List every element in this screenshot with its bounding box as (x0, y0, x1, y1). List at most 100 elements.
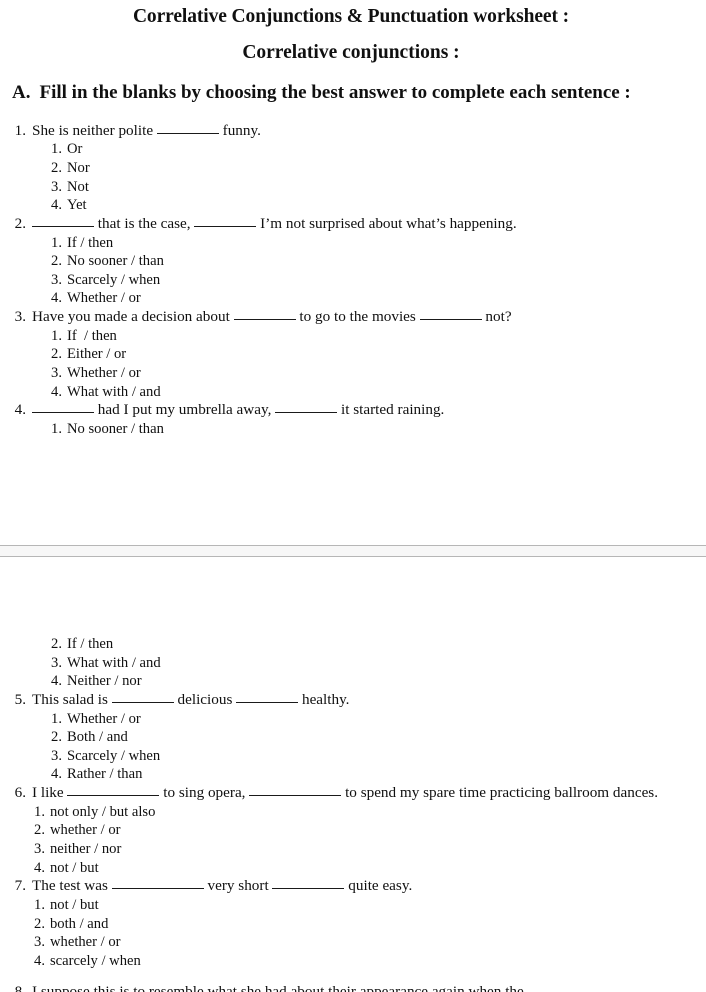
option-item[interactable]: 4. Neither / nor (50, 672, 692, 691)
option-label: If / then (67, 234, 114, 251)
option-item[interactable]: 4. scarcely / when (33, 952, 692, 971)
option-item[interactable]: 3. Scarcely / when (50, 271, 692, 290)
answer-blank[interactable] (249, 794, 342, 796)
option-label: What with / and (67, 383, 161, 400)
option-label: Both / and (67, 729, 128, 746)
option-item[interactable]: 1. not only / but also (33, 803, 692, 822)
answer-blank[interactable] (111, 888, 204, 890)
question-text: I like to sing opera, to spend my spare … (32, 783, 659, 801)
answer-blank[interactable] (156, 132, 219, 134)
option-list: 1. If / then 2. No sooner / than 3. Scarcely … (10, 234, 692, 308)
option-number: 2. (51, 636, 62, 652)
question-line: 7. The test was very short quite easy. (10, 877, 692, 896)
option-item[interactable]: 4. Rather / than (50, 765, 692, 784)
option-item[interactable]: 3. Scarcely / when (50, 747, 692, 766)
option-label: Not (67, 178, 89, 195)
question-text: had I put my umbrella away, it started r… (32, 401, 692, 420)
option-item[interactable]: 4. Whether / or (50, 289, 692, 308)
clipped-question-number: 8. (14, 983, 26, 992)
option-item[interactable]: 1. Whether / or (50, 710, 692, 729)
answer-blank[interactable] (194, 225, 257, 227)
option-label: Whether / or (67, 364, 141, 381)
question-text: Have you made a decision about to go to … (32, 307, 512, 325)
option-item[interactable]: 2. Either / or (50, 345, 692, 364)
question-item: 6. I like to sing opera, to spend my spar… (10, 784, 692, 877)
option-item[interactable]: 2. No sooner / than (50, 252, 692, 271)
question-line: 2. that is the case, I’m not surprised a… (10, 215, 692, 234)
option-number: 4. (34, 952, 45, 969)
option-number: 2. (34, 822, 45, 839)
question-number: 2. (14, 214, 26, 232)
question-text: The test was very short quite easy. (32, 877, 413, 895)
option-number: 2. (51, 160, 62, 177)
option-item[interactable]: 4. Yet (50, 196, 692, 215)
option-number: 4. (51, 673, 62, 690)
option-list: 1. No sooner / than (10, 420, 692, 439)
question-line: 3. Have you made a decision about to go t… (10, 308, 692, 327)
answer-blank[interactable] (32, 225, 94, 227)
option-item[interactable]: 2. both / and (33, 915, 692, 934)
question-number: 6. (14, 783, 26, 801)
answer-blank[interactable] (233, 318, 296, 320)
question-item: 5. This salad is delicious healthy. 1. Whet… (10, 691, 692, 784)
option-label: Rather / than (67, 766, 143, 783)
option-item[interactable]: 1. Or (50, 140, 692, 159)
answer-blank[interactable] (236, 701, 299, 703)
answer-blank[interactable] (32, 412, 94, 414)
option-list: 1. If / then 2. Either / or 3. Whether / or 4.… (10, 327, 692, 401)
answer-blank[interactable] (275, 412, 338, 414)
option-label: not / but (50, 859, 99, 876)
option-item[interactable]: 3. neither / nor (33, 840, 692, 859)
answer-blank[interactable] (67, 794, 160, 796)
option-label: Or (67, 141, 83, 158)
option-label: Scarcely / when (67, 747, 161, 764)
option-number: 1. (34, 803, 45, 820)
option-label: What with / and (67, 654, 161, 671)
option-label: not only / but also (50, 803, 156, 820)
option-item[interactable]: 3. What with / and (50, 654, 692, 673)
option-item[interactable]: 3. Not (50, 178, 692, 197)
option-item[interactable]: 1. If / then (50, 327, 692, 346)
question-item: 4. had I put my umbrella away, it starte… (10, 401, 692, 438)
answer-blank[interactable] (111, 701, 174, 703)
page-subtitle: Correlative conjunctions : (242, 42, 460, 64)
option-label: not / but (50, 896, 99, 913)
option-item[interactable]: 4. What with / and (50, 383, 692, 402)
option-label: If / then (67, 327, 117, 344)
page-break-divider (0, 545, 706, 557)
question-number: 5. (14, 690, 26, 708)
question-number: 1. (14, 121, 26, 139)
option-item[interactable]: 4. not / but (33, 859, 692, 878)
option-item[interactable]: 2. Nor (50, 159, 692, 178)
option-item[interactable]: 2. If / then (50, 635, 692, 654)
question-line: 4. had I put my umbrella away, it starte… (10, 401, 692, 420)
option-number: 3. (51, 271, 62, 288)
worksheet-page-1: Correlative Conjunctions & Punctuation w… (0, 0, 706, 545)
option-item[interactable]: 3. Whether / or (50, 364, 692, 383)
page-title: Correlative Conjunctions & Punctuation w… (132, 6, 570, 27)
option-number: 2. (34, 915, 45, 932)
option-list: 1. not / but 2. both / and 3. whether / or 4. s… (10, 896, 692, 970)
option-item[interactable]: 1. not / but (33, 896, 692, 915)
question-number: 4. (14, 401, 26, 419)
option-label: Nor (67, 160, 90, 177)
option-number: 4. (51, 290, 62, 307)
option-label: If / then (67, 636, 114, 652)
option-list: 1. Whether / or 2. Both / and 3. Scarcely / w… (10, 710, 692, 784)
question-list-page-1: 1. She is neither polite funny. 1. Or 2. Nor 3… (10, 105, 692, 439)
option-item[interactable]: 2. whether / or (33, 821, 692, 840)
question-line: 5. This salad is delicious healthy. (10, 691, 692, 710)
answer-blank[interactable] (419, 318, 482, 320)
option-label: Either / or (67, 346, 127, 363)
option-item[interactable]: 1. If / then (50, 234, 692, 253)
answer-blank[interactable] (272, 888, 345, 890)
option-number: 2. (51, 729, 62, 746)
question-item: 3. Have you made a decision about to go t… (10, 308, 692, 401)
option-item[interactable]: 3. whether / or (33, 933, 692, 952)
option-item[interactable]: 2. Both / and (50, 728, 692, 747)
option-number: 3. (51, 178, 62, 195)
question-item: 2. that is the case, I’m not surprised a… (10, 215, 692, 308)
option-item[interactable]: 1. No sooner / than (50, 420, 692, 439)
continued-option-list: 2. If / then 3. What with / and 4. Neither / … (10, 635, 692, 691)
document-viewer: Correlative Conjunctions & Punctuation w… (0, 0, 706, 992)
